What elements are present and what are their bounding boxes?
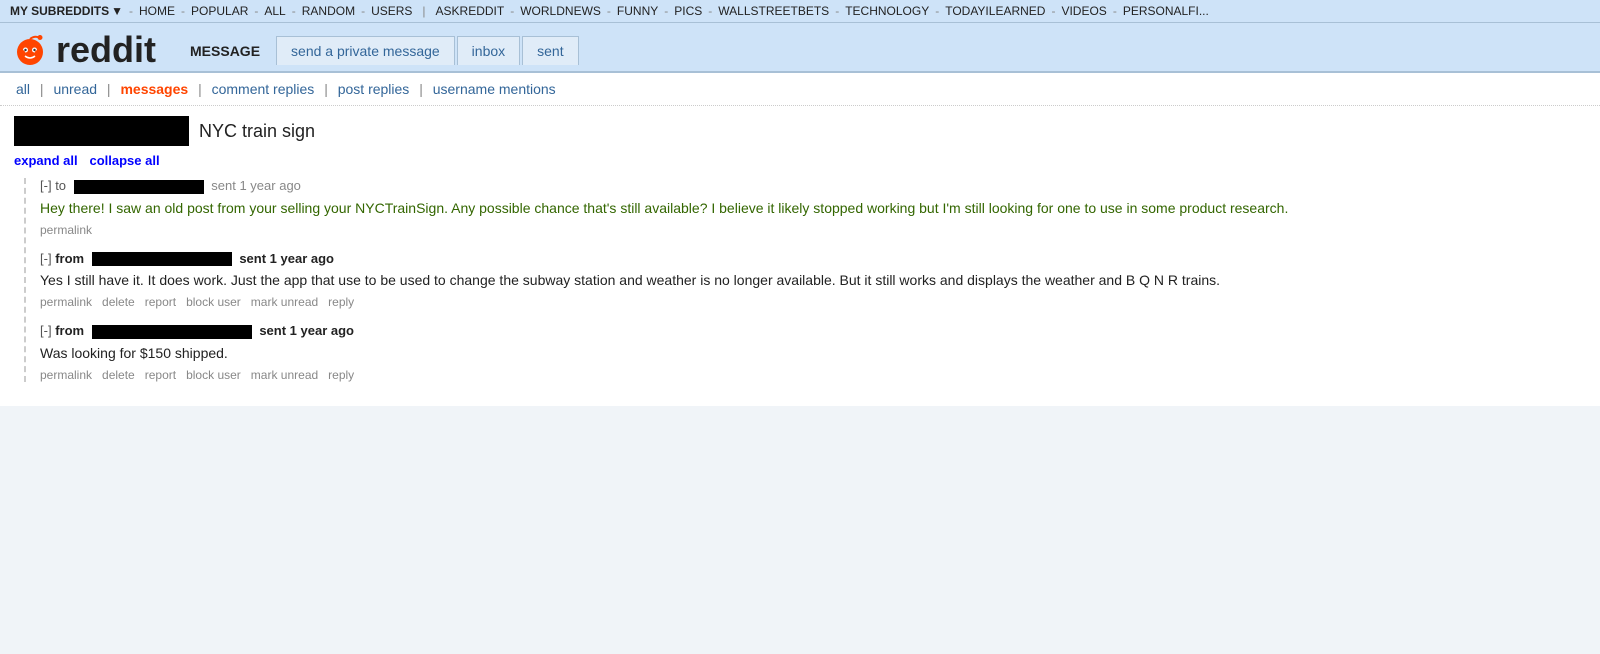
message-header: [-] from sent 1 year ago: [40, 323, 1586, 339]
collapse-bracket[interactable]: [-]: [40, 323, 52, 338]
message-header: [-] from sent 1 year ago: [40, 251, 1586, 267]
reddit-alien-icon: [10, 30, 50, 70]
delete-link[interactable]: delete: [102, 295, 135, 309]
message-thread: [-] to sent 1 year ago Hey there! I saw …: [24, 178, 1586, 382]
header: reddit MESSAGE send a private message in…: [0, 23, 1600, 73]
sub-nav: all | unread | messages | comment replie…: [0, 73, 1600, 106]
message-actions: permalink delete report block user mark …: [40, 368, 1586, 382]
nav-home[interactable]: HOME: [139, 4, 175, 18]
collapse-bracket[interactable]: [-]: [40, 178, 52, 193]
message-actions: permalink delete report block user mark …: [40, 295, 1586, 309]
nav-funny[interactable]: FUNNY: [617, 4, 658, 18]
dropdown-arrow-icon: ▼: [111, 4, 123, 18]
logo-text: reddit: [56, 29, 156, 71]
expand-collapse-controls: expand all collapse all: [14, 152, 1586, 168]
my-subreddits-button[interactable]: MY SUBREDDITS ▼: [10, 4, 123, 18]
nav-users[interactable]: USERS: [371, 4, 412, 18]
subnav-unread[interactable]: unread: [51, 81, 99, 97]
subnav-all[interactable]: all: [14, 81, 32, 97]
collapse-bracket[interactable]: [-]: [40, 251, 52, 266]
top-nav: MY SUBREDDITS ▼ - HOME - POPULAR - ALL -…: [0, 0, 1600, 23]
reply-link[interactable]: reply: [328, 368, 354, 382]
delete-link[interactable]: delete: [102, 368, 135, 382]
report-link[interactable]: report: [145, 295, 176, 309]
nav-askreddit[interactable]: ASKREDDIT: [436, 4, 505, 18]
tab-inbox[interactable]: inbox: [457, 36, 520, 65]
report-link[interactable]: report: [145, 368, 176, 382]
permalink-link[interactable]: permalink: [40, 368, 92, 382]
permalink-link[interactable]: permalink: [40, 223, 92, 237]
redacted-subject-block: [14, 116, 189, 146]
message-actions: permalink: [40, 223, 1586, 237]
tab-sent[interactable]: sent: [522, 36, 578, 65]
nav-personalfi[interactable]: PERSONALFI...: [1123, 4, 1209, 18]
block-user-link[interactable]: block user: [186, 295, 241, 309]
message-body: Hey there! I saw an old post from your s…: [40, 198, 1586, 219]
nav-videos[interactable]: VIDEOS: [1061, 4, 1106, 18]
mark-unread-link[interactable]: mark unread: [251, 368, 318, 382]
tab-message-title: MESSAGE: [176, 37, 274, 65]
redacted-username: [92, 325, 252, 339]
block-user-link[interactable]: block user: [186, 368, 241, 382]
redacted-username: [92, 252, 232, 266]
nav-wallstreetbets[interactable]: WALLSTREETBETS: [718, 4, 829, 18]
message-item: [-] to sent 1 year ago Hey there! I saw …: [40, 178, 1586, 237]
subnav-username-mentions[interactable]: username mentions: [431, 81, 558, 97]
message-item: [-] from sent 1 year ago Was looking for…: [40, 323, 1586, 382]
message-header: [-] to sent 1 year ago: [40, 178, 1586, 194]
thread-subject: NYC train sign: [14, 116, 1586, 146]
nav-worldnews[interactable]: WORLDNEWS: [520, 4, 601, 18]
main-content: NYC train sign expand all collapse all […: [0, 106, 1600, 406]
subnav-comment-replies[interactable]: comment replies: [210, 81, 317, 97]
tab-send-private-message[interactable]: send a private message: [276, 36, 455, 65]
redacted-username: [74, 180, 204, 194]
nav-popular[interactable]: POPULAR: [191, 4, 248, 18]
permalink-link[interactable]: permalink: [40, 295, 92, 309]
collapse-all-link[interactable]: collapse all: [89, 153, 159, 168]
nav-todayilearned[interactable]: TODAYILEARNED: [945, 4, 1045, 18]
subnav-post-replies[interactable]: post replies: [336, 81, 412, 97]
nav-pics[interactable]: PICS: [674, 4, 702, 18]
nav-technology[interactable]: TECHNOLOGY: [845, 4, 929, 18]
logo: reddit: [10, 29, 156, 71]
reply-link[interactable]: reply: [328, 295, 354, 309]
expand-all-link[interactable]: expand all: [14, 153, 78, 168]
thread-title: NYC train sign: [199, 121, 315, 142]
message-body: Was looking for $150 shipped.: [40, 343, 1586, 364]
message-body: Yes I still have it. It does work. Just …: [40, 270, 1586, 291]
mark-unread-link[interactable]: mark unread: [251, 295, 318, 309]
header-tabs: MESSAGE send a private message inbox sen…: [176, 36, 581, 65]
message-item: [-] from sent 1 year ago Yes I still hav…: [40, 251, 1586, 310]
nav-random[interactable]: RANDOM: [302, 4, 355, 18]
subnav-messages-active: messages: [118, 81, 190, 97]
nav-all[interactable]: ALL: [264, 4, 285, 18]
